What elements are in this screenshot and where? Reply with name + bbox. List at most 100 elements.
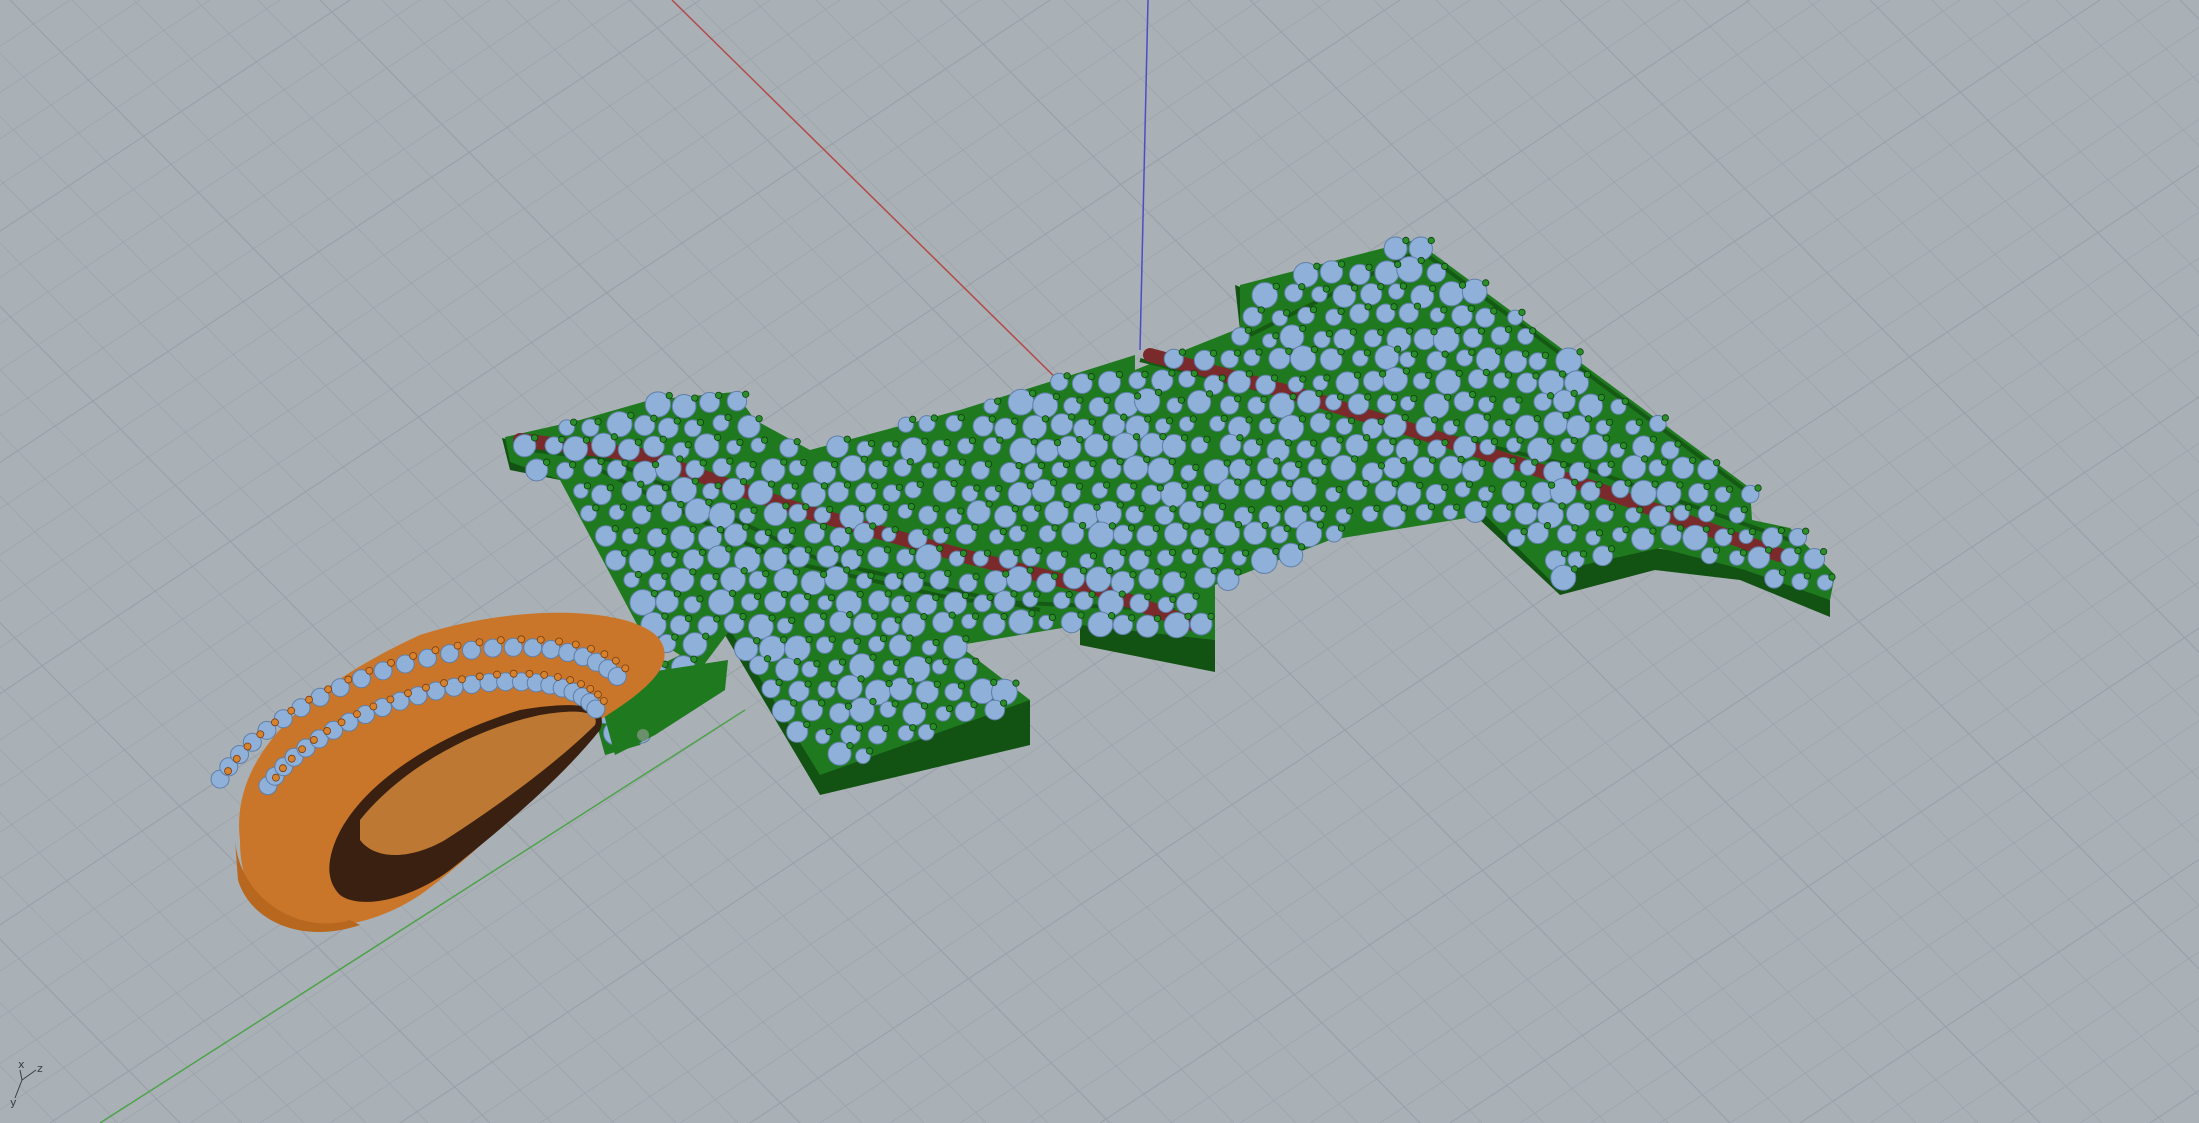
prong xyxy=(1192,547,1200,555)
prong xyxy=(661,572,669,580)
prong xyxy=(739,477,748,486)
bail-prong xyxy=(525,669,534,678)
prong xyxy=(691,394,699,402)
prong xyxy=(909,724,917,732)
prong xyxy=(1400,504,1408,512)
prong xyxy=(1595,529,1604,537)
prong xyxy=(853,637,861,645)
bail-prong xyxy=(279,764,287,773)
bail-prong xyxy=(287,706,296,715)
prong xyxy=(1205,390,1214,398)
bail-prong xyxy=(566,676,575,684)
prong xyxy=(1116,458,1124,466)
prong xyxy=(1457,455,1465,464)
prong xyxy=(1190,369,1198,377)
grid-line xyxy=(0,0,421,278)
prong xyxy=(932,593,940,602)
axis-triad-widget: x z y xyxy=(10,1058,43,1109)
prong xyxy=(1128,614,1136,622)
prong xyxy=(1583,461,1592,469)
prong xyxy=(972,573,980,581)
prong xyxy=(1441,262,1449,270)
prong xyxy=(1118,590,1126,598)
bail-prong xyxy=(404,689,412,698)
prong xyxy=(1546,392,1555,400)
prong xyxy=(950,479,958,488)
prong xyxy=(1624,479,1632,487)
grid-line xyxy=(0,432,677,1123)
prong xyxy=(1270,374,1279,382)
prong xyxy=(764,528,772,537)
prong xyxy=(869,522,877,530)
prong xyxy=(1379,370,1387,378)
prong xyxy=(843,566,851,574)
prong xyxy=(646,504,654,512)
prong xyxy=(1245,416,1253,424)
prong xyxy=(1469,390,1477,399)
prong xyxy=(1754,484,1762,492)
prong xyxy=(1351,284,1359,292)
prong xyxy=(569,461,577,469)
prong xyxy=(713,615,721,623)
prong xyxy=(1410,350,1418,358)
prong xyxy=(1390,303,1398,311)
grid-line xyxy=(0,621,491,1123)
prong xyxy=(1050,479,1058,487)
prong xyxy=(1661,414,1669,422)
prong xyxy=(1204,528,1212,536)
bail-prong xyxy=(536,635,545,644)
bail-prong xyxy=(496,636,505,645)
prong xyxy=(1570,389,1578,397)
prong xyxy=(813,660,821,668)
prong xyxy=(1458,281,1467,289)
prong xyxy=(846,742,854,750)
prong xyxy=(705,498,713,506)
prong xyxy=(1399,282,1407,290)
pendant-body[interactable] xyxy=(502,236,1836,795)
prong xyxy=(1026,566,1034,574)
prong xyxy=(986,593,994,601)
prong xyxy=(1777,526,1785,535)
grid-line xyxy=(1993,0,2199,210)
prong xyxy=(1641,455,1649,463)
prong xyxy=(971,612,980,620)
prong xyxy=(1284,439,1292,447)
prong xyxy=(1030,438,1038,446)
prong xyxy=(1234,521,1242,529)
bail-prong xyxy=(232,754,241,763)
prong xyxy=(871,482,879,490)
prong xyxy=(1079,521,1087,530)
prong xyxy=(1107,612,1116,620)
prong xyxy=(1684,503,1692,512)
prong xyxy=(715,391,723,399)
prong xyxy=(1000,613,1008,621)
prong xyxy=(728,589,737,597)
prong xyxy=(1261,521,1269,529)
bail-prong xyxy=(594,690,602,699)
prong xyxy=(689,568,697,576)
prong xyxy=(1481,500,1489,508)
prong xyxy=(920,613,928,621)
prong xyxy=(943,439,951,447)
prong xyxy=(1275,505,1283,513)
prong xyxy=(985,500,993,508)
prong xyxy=(1273,457,1281,465)
prong xyxy=(1089,460,1097,468)
prong xyxy=(1234,395,1242,403)
prong xyxy=(933,680,941,688)
prong xyxy=(673,417,681,425)
prong xyxy=(1477,327,1485,335)
prong xyxy=(1570,565,1579,573)
prong xyxy=(1015,461,1023,470)
prong xyxy=(867,439,876,448)
prong xyxy=(1310,345,1319,354)
prong xyxy=(1068,413,1076,421)
prong xyxy=(907,502,915,511)
perspective-viewport[interactable]: x z y xyxy=(0,0,2199,1123)
prong xyxy=(1558,502,1566,510)
prong xyxy=(637,480,645,488)
prong xyxy=(1346,507,1354,515)
prong xyxy=(827,594,836,602)
prong xyxy=(820,570,828,579)
prong xyxy=(882,459,890,467)
